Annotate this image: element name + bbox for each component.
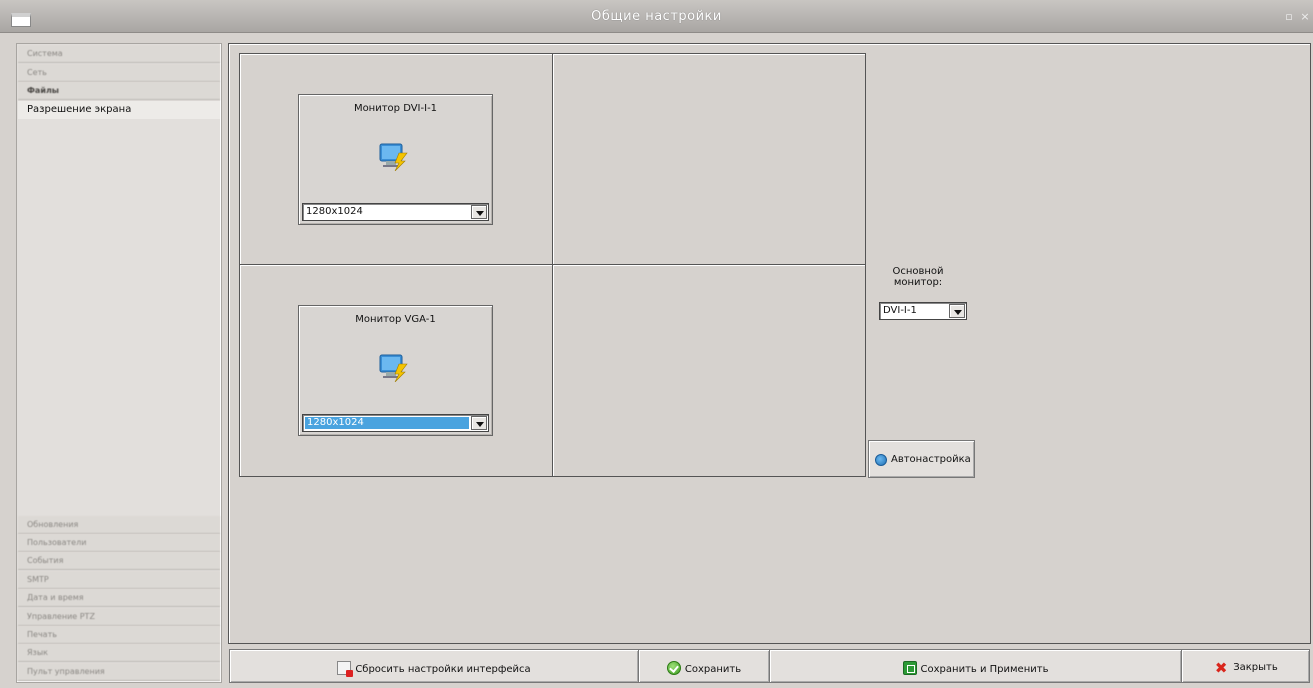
checkmark-icon [666,661,681,675]
maximize-icon[interactable]: ▫ [1283,11,1295,23]
monitor-slot-4 [552,264,866,477]
chevron-down-icon[interactable] [471,416,487,430]
close-icon: ✖ [1214,659,1228,677]
monitor-card-dvi[interactable]: Монитор DVI-I-1 1280x1024 [298,94,493,225]
sidebar-item-users[interactable]: Пользователи [18,534,220,552]
sidebar-item-updates[interactable]: Обновления [18,516,220,534]
sidebar-item-datetime[interactable]: Дата и время [18,589,220,607]
save-button[interactable]: Сохранить [638,649,770,683]
sidebar-item-language[interactable]: Язык [18,644,220,662]
sidebar-item-print[interactable]: Печать [18,626,220,644]
monitor-icon [379,143,408,171]
chevron-down-icon[interactable] [471,205,487,219]
primary-monitor-dropdown[interactable]: DVI-I-1 [879,302,967,320]
window-titlebar[interactable]: Общие настройки ▫ × [0,0,1313,33]
apply-icon [902,661,917,675]
sidebar-item-remote-control[interactable]: Пульт управления [18,663,220,681]
resolution-dropdown-vga[interactable]: 1280x1024 [302,414,489,432]
monitor-card-vga[interactable]: Монитор VGA-1 1280x1024 [298,305,493,436]
close-button[interactable]: ✖ Закрыть [1181,649,1310,683]
resolution-dropdown-dvi[interactable]: 1280x1024 [302,203,489,221]
chevron-down-icon[interactable] [949,304,965,318]
auto-setup-button[interactable]: Автонастройка [868,440,975,478]
sidebar-item-events[interactable]: События [18,552,220,570]
close-window-icon[interactable]: × [1299,11,1311,23]
settings-sidebar: Система Сеть Файлы Разрешение экрана Обн… [16,43,222,683]
save-apply-button[interactable]: Сохранить и Применить [769,649,1182,683]
monitor-title: Монитор DVI-I-1 [353,103,438,114]
primary-monitor-label: Основной монитор: [892,266,944,288]
sidebar-item-system[interactable]: Система [18,45,220,63]
monitor-title: Монитор VGA-1 [355,314,436,325]
sidebar-item-screen-resolution[interactable]: Разрешение экрана [18,101,220,119]
sidebar-item-files[interactable]: Файлы [18,82,220,100]
reset-interface-button[interactable]: Сбросить настройки интерфейса [229,649,639,683]
sidebar-item-smtp[interactable]: SMTP [18,571,220,589]
sidebar-item-ptz[interactable]: Управление PTZ [18,608,220,626]
sidebar-item-network[interactable]: Сеть [18,64,220,82]
refresh-icon [875,454,887,466]
window-title: Общие настройки [591,9,722,24]
reset-icon [337,661,354,677]
monitor-icon [379,354,408,382]
monitor-slot-2 [552,53,866,265]
